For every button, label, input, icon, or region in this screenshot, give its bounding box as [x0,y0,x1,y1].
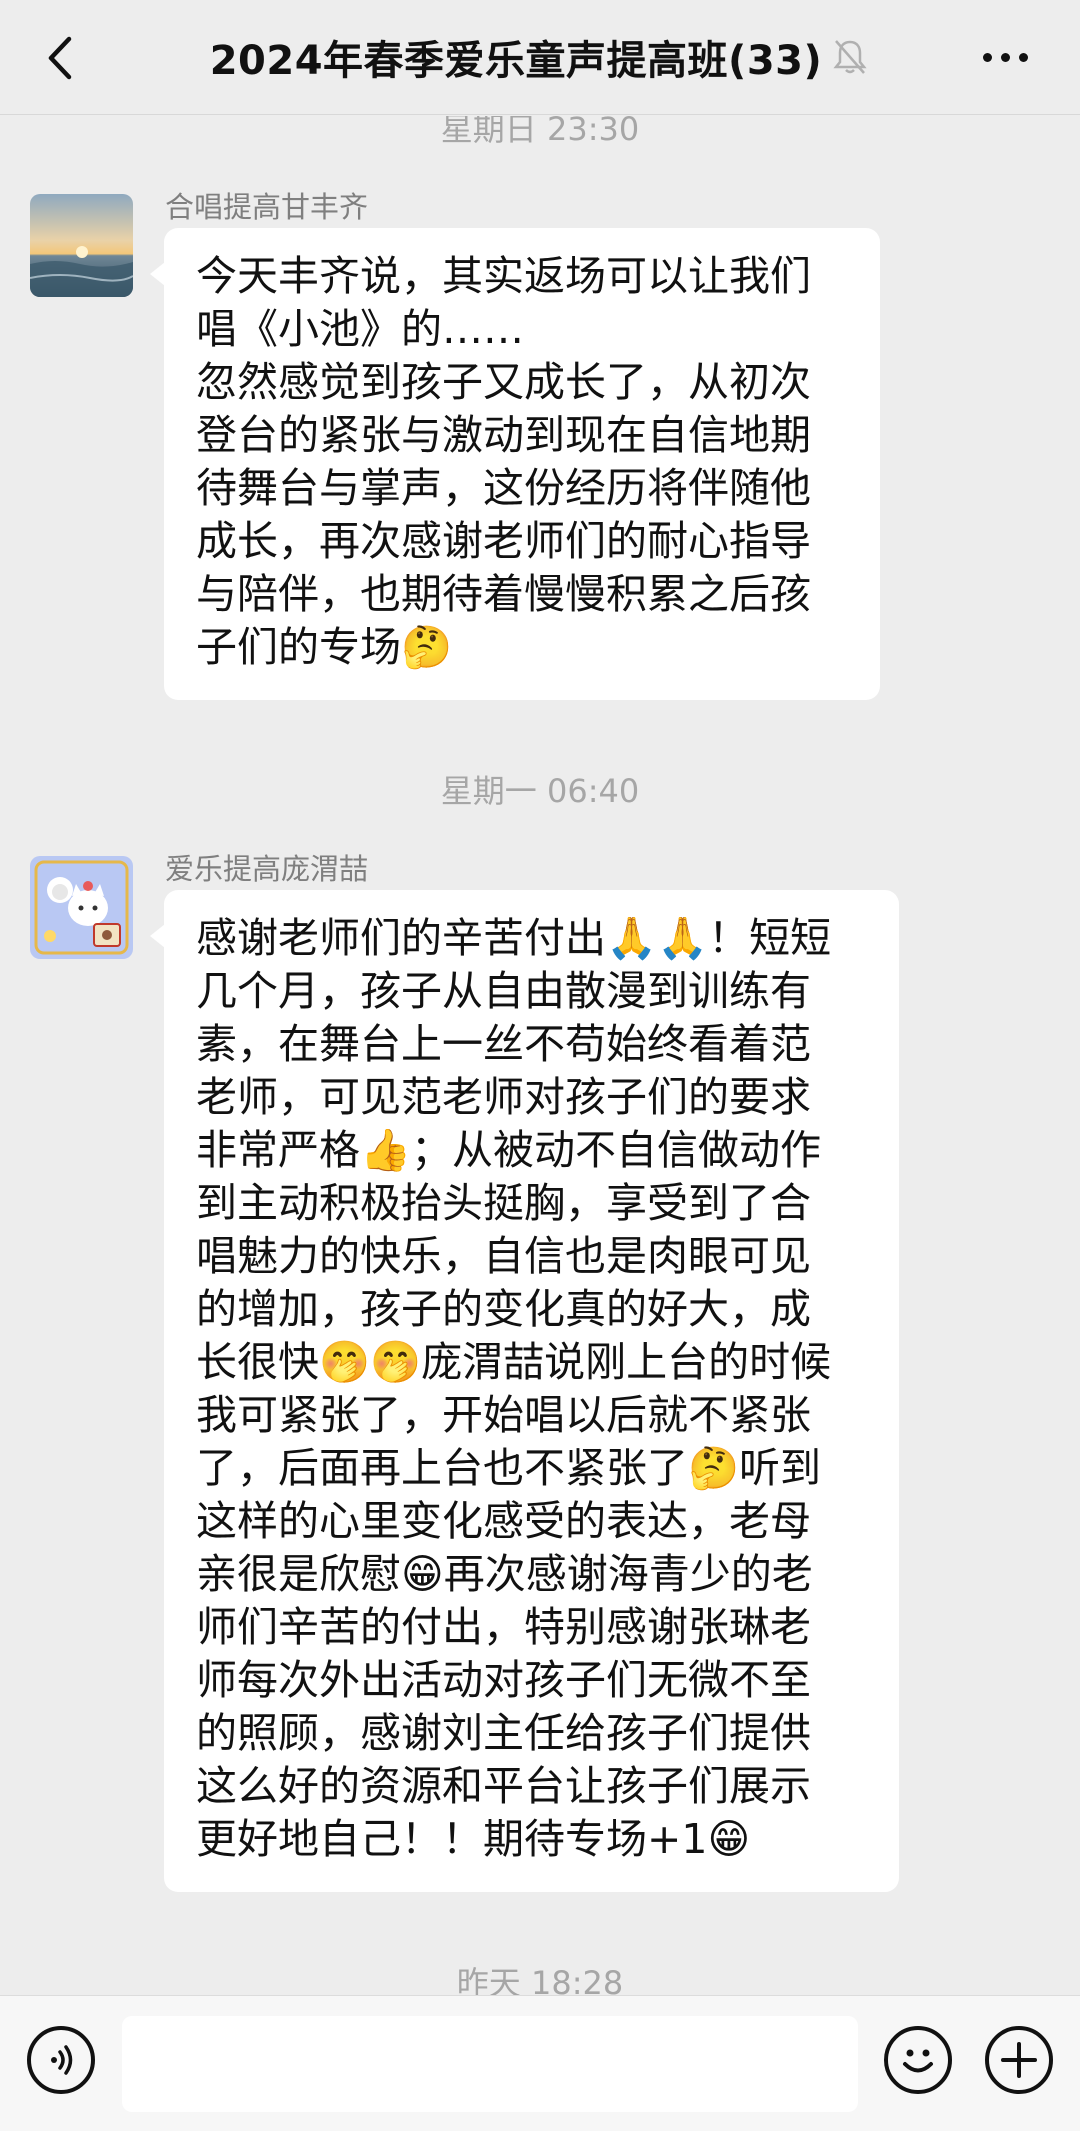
cartoon-cat-avatar[interactable] [30,856,133,959]
input-bar [0,1995,1080,2131]
title-group: 2024年春季爱乐童声提高班(33) [210,28,871,86]
timestamp: 星期日 23:30 [440,116,640,148]
voice-icon [51,2045,73,2075]
more-dot [1000,53,1010,62]
chat-header: 2024年春季爱乐童声提高班(33) [0,0,1080,115]
message-input[interactable] [122,2016,858,2112]
message-bubble[interactable]: 感谢老师们的辛苦付出🙏🙏！短短 几个月，孩子从自由散漫到训练有 素，在舞台上一丝… [150,890,899,1892]
back-button[interactable] [30,25,90,90]
timestamp: 昨天 18:28 [456,1964,624,1995]
emoji-button[interactable] [884,2026,952,2094]
message-bubble[interactable]: 今天丰齐说，其实返场可以让我们 唱《小池》的…… 忽然感觉到孩子又成长了，从初次… [150,228,880,700]
sunset-sea-avatar[interactable] [30,194,133,297]
voice-button[interactable] [27,2026,95,2094]
bell-muted-icon [830,37,870,77]
more-dot [1018,53,1028,62]
timestamp: 星期一 06:40 [440,772,640,810]
chevron-left-icon [48,36,72,79]
plus-icon [1001,2042,1037,2078]
emoji-icon [903,2049,933,2073]
chat-title: 2024年春季爱乐童声提高班(33) [209,38,823,84]
chat-area[interactable]: 星期日 23:30 合唱提高甘丰齐 今天丰齐说，其实返场可以让我们 唱《小池》的… [0,116,1080,1995]
plus-button[interactable] [985,2026,1053,2094]
sender-name: 爱乐提高庞渭喆 [165,852,369,886]
sender-name: 合唱提高甘丰齐 [165,190,369,224]
more-button[interactable] [970,30,1040,85]
more-dot [982,53,992,62]
